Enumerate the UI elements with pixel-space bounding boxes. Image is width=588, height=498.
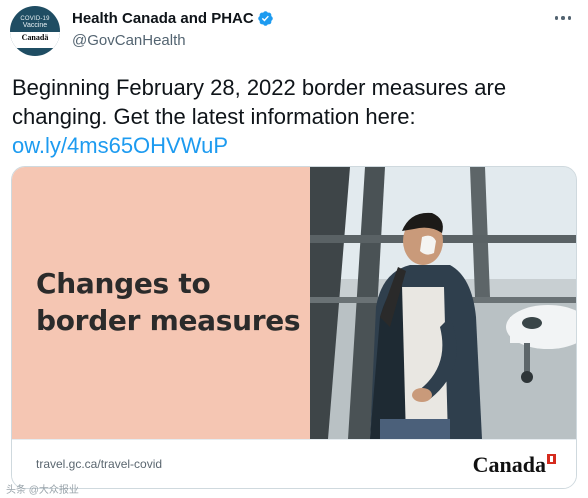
canada-wordmark-logo: Canada (473, 452, 556, 478)
more-dot-icon (554, 16, 559, 20)
author-display-name[interactable]: Health Canada and PHAC (72, 10, 254, 27)
card-text-panel: Changes to border measures (12, 167, 310, 439)
more-dot-icon (561, 16, 565, 20)
more-options-button[interactable] (548, 6, 578, 30)
canada-flag-icon (547, 454, 556, 464)
card-photo-traveler-at-airport (310, 167, 576, 439)
author-handle[interactable]: @GovCanHealth (72, 32, 186, 49)
avatar-line-2: Vaccine (22, 22, 48, 29)
author-name-row[interactable]: Health Canada and PHAC (72, 10, 274, 27)
card-headline: Changes to border measures (36, 265, 306, 339)
avatar-brand: Canadä (10, 32, 60, 48)
avatar[interactable]: COVID-19 Vaccine Canadä (10, 6, 60, 56)
canada-wordmark-text: Canada (472, 452, 546, 477)
verified-badge-icon (257, 11, 273, 26)
card-headline-line2: border measures (36, 304, 301, 337)
link-card[interactable]: Changes to border measures travel.gc.ca/… (11, 166, 577, 489)
tweet-text: Beginning February 28, 2022 border measu… (12, 73, 582, 160)
card-source-url[interactable]: travel.gc.ca/travel-covid (36, 457, 162, 471)
tweet-body: Beginning February 28, 2022 border measu… (12, 75, 507, 129)
more-dot-icon (567, 16, 572, 20)
card-footer: travel.gc.ca/travel-covid Canada (12, 439, 576, 488)
source-watermark: 头条 @大众报业 (6, 481, 79, 496)
card-headline-line1: Changes to (36, 267, 211, 300)
tweet-link[interactable]: ow.ly/4ms65OHVWuP (12, 131, 582, 160)
watermark-text: 头条 @大众报业 (6, 485, 79, 496)
